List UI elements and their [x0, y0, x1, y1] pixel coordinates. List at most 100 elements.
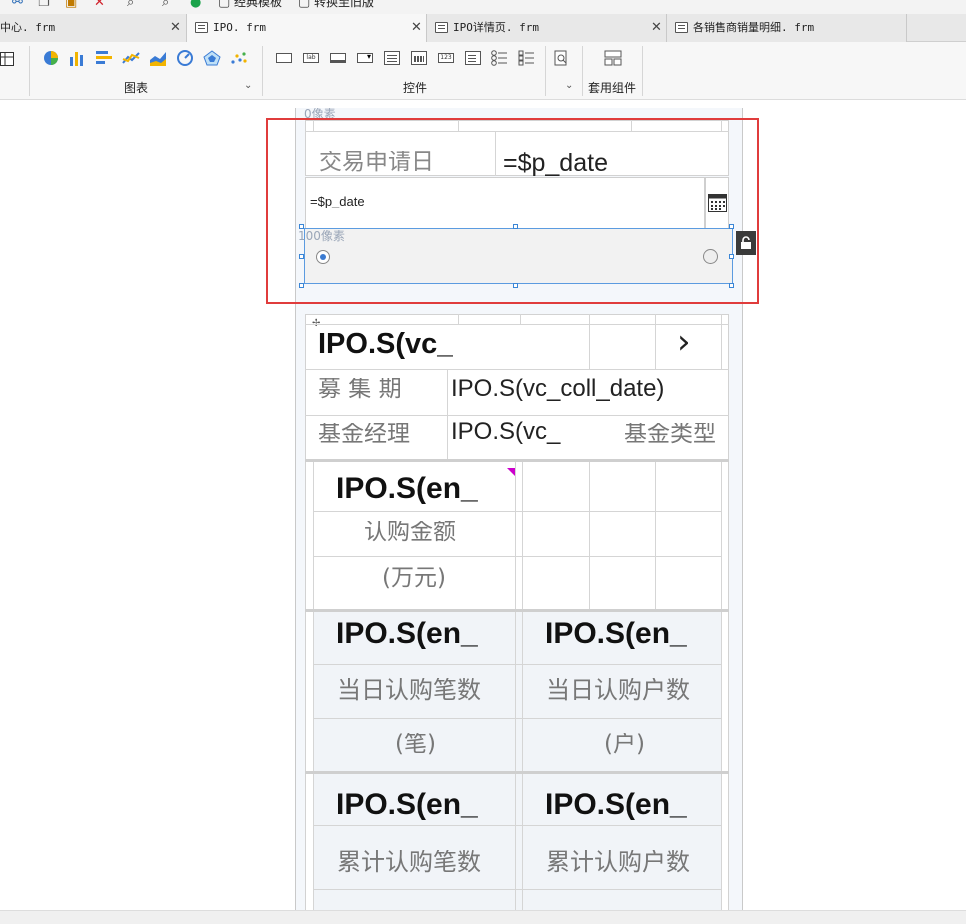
grid-line	[520, 314, 521, 324]
ribbon-toolbar: 图表 ⌄ lab ▾ 123 控件 ⌄ 套用组件	[0, 42, 966, 100]
number-field-icon[interactable]: 123	[438, 53, 454, 63]
fund-code-title: IPO.S(vc_	[318, 330, 454, 359]
ribbon-separator	[642, 46, 643, 96]
layout-icon[interactable]	[604, 50, 622, 66]
ribbon-separator	[29, 46, 30, 96]
grid-line	[458, 314, 459, 324]
grid-line	[313, 774, 314, 910]
copy-icon[interactable]: ❐	[38, 0, 50, 10]
design-canvas[interactable]: 0像素 交易申请日 =$p_date =$p_date 100像素 IPO.S(…	[0, 100, 966, 910]
template-icon: ▢	[218, 0, 231, 10]
list-icon[interactable]	[384, 51, 400, 65]
total-users-label: 累计认购户数	[546, 850, 690, 874]
label-control-icon[interactable]: lab	[303, 53, 319, 63]
top-toolbar: ⚯ ❐ ▣ ✕ ⌕ ⌕ ● ▢ 经典模板 ▢ 转换至旧版	[0, 0, 966, 14]
tab-ipo-detail[interactable]: IPO详情页. frm ✕	[427, 14, 667, 42]
dropdown-icon[interactable]: ▾	[357, 52, 373, 63]
grid-line	[313, 718, 721, 719]
fund-manager-value: IPO.S(vc_	[451, 420, 561, 445]
total-count-label: 累计认购笔数	[337, 850, 481, 874]
close-icon[interactable]: ✕	[411, 14, 422, 42]
date-picker-icon[interactable]	[411, 51, 427, 65]
radio-group-icon[interactable]	[491, 50, 509, 66]
daily-count-value: IPO.S(en_	[336, 619, 478, 649]
grid-line	[515, 774, 516, 910]
pie-chart-icon[interactable]	[42, 50, 60, 66]
daily-users-value: IPO.S(en_	[545, 619, 687, 649]
section-divider	[305, 459, 729, 462]
daily-count-unit: (笔)	[395, 733, 436, 756]
chevron-down-icon[interactable]: ⌄	[565, 80, 573, 91]
line-chart-icon[interactable]	[122, 50, 140, 66]
bar-chart-icon[interactable]	[68, 50, 86, 66]
fund-manager-label: 基金经理	[318, 423, 410, 446]
textarea-icon[interactable]	[465, 51, 481, 65]
grid-line	[721, 314, 722, 370]
grid-line	[313, 556, 721, 557]
ribbon-separator	[262, 46, 263, 96]
convert-icon: ▢	[298, 0, 311, 10]
grid-line	[589, 462, 590, 610]
share-icon[interactable]: ⚯	[12, 0, 23, 10]
grid-line	[313, 825, 721, 826]
status-bar	[0, 910, 966, 924]
text-field-icon[interactable]	[330, 53, 346, 63]
paste-icon[interactable]: ▣	[65, 0, 77, 10]
grid-line	[655, 462, 656, 610]
button-control-icon[interactable]	[276, 53, 292, 63]
grid-line	[721, 774, 722, 910]
grid-line	[305, 324, 729, 325]
tab-center[interactable]: 中心. frm ✕	[0, 14, 187, 42]
form-file-icon	[675, 22, 688, 33]
horizontal-bar-icon[interactable]	[95, 50, 113, 66]
tab-label: IPO详情页. frm	[453, 21, 539, 34]
coll-period-value: IPO.S(vc_coll_date)	[451, 377, 665, 401]
grid-line	[515, 462, 516, 610]
total-count-value: IPO.S(en_	[336, 790, 478, 820]
ribbon-separator	[545, 46, 546, 96]
tab-label: 中心. frm	[0, 21, 56, 34]
table-icon[interactable]	[0, 52, 14, 66]
classic-template-button[interactable]: 经典模板	[234, 0, 282, 9]
grid-line	[305, 369, 729, 370]
sub-amount-unit: (万元)	[382, 567, 446, 590]
grid-line	[313, 889, 721, 890]
selection-outline	[266, 118, 759, 304]
chevron-down-icon[interactable]: ⌄	[244, 80, 252, 91]
form-file-icon	[435, 22, 448, 33]
cell-corner-marker	[507, 468, 515, 476]
chart-group-label: 图表	[124, 81, 149, 95]
find-icon[interactable]: ⌕	[162, 0, 169, 10]
scatter-icon[interactable]	[230, 50, 248, 66]
ribbon-separator	[582, 46, 583, 96]
close-icon[interactable]: ✕	[170, 14, 181, 42]
delete-icon[interactable]: ✕	[94, 0, 105, 10]
tab-sales-detail[interactable]: 各销售商销量明细. frm	[667, 14, 907, 42]
sub-amount-value: IPO.S(en_	[336, 474, 478, 504]
radar-icon[interactable]	[203, 50, 221, 66]
daily-users-unit: (户)	[604, 733, 645, 756]
close-icon[interactable]: ✕	[651, 14, 662, 42]
checkbox-group-icon[interactable]	[518, 50, 536, 66]
area-chart-icon[interactable]	[149, 50, 167, 66]
grid-line	[313, 664, 721, 665]
search-icon[interactable]	[553, 50, 571, 66]
control-group-label: 控件	[403, 81, 428, 95]
suite-group-label: 套用组件	[588, 81, 637, 95]
sub-amount-label: 认购金额	[364, 521, 456, 544]
grid-line	[655, 314, 656, 370]
tab-label: 各销售商销量明细. frm	[693, 21, 815, 34]
tab-ipo[interactable]: IPO. frm ✕	[187, 14, 427, 42]
preview-icon[interactable]: ⌕	[127, 0, 134, 10]
form-file-icon	[195, 22, 208, 33]
total-users-value: IPO.S(en_	[545, 790, 687, 820]
gauge-icon[interactable]	[176, 50, 194, 66]
check-icon[interactable]: ●	[190, 0, 201, 10]
grid-line	[589, 314, 590, 370]
fund-type-label: 基金类型	[624, 423, 716, 446]
chevron-right-icon[interactable]: ›	[677, 325, 691, 359]
grid-line	[313, 462, 314, 610]
tab-label: IPO. frm	[213, 21, 266, 34]
convert-old-button[interactable]: 转换至旧版	[314, 0, 374, 9]
daily-count-label: 当日认购笔数	[337, 678, 481, 702]
